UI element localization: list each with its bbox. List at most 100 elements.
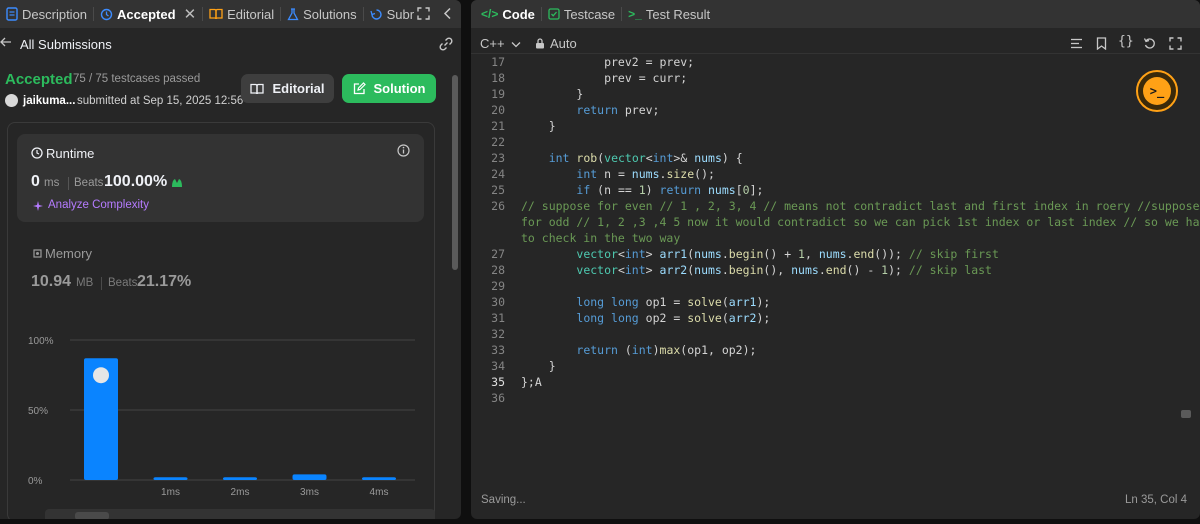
code-line[interactable]: 31 long long op2 = solve(arr2); [471, 310, 1131, 326]
submission-panel: Description Accepted ✕ Editorial Solutio… [0, 0, 461, 519]
code-line[interactable]: 29 [471, 278, 1131, 294]
tab-code[interactable]: </> Code [471, 0, 541, 28]
code-line[interactable]: 33 return (int)max(op1, op2); [471, 342, 1131, 358]
code-line[interactable]: 36 [471, 390, 1131, 406]
collapse-icon[interactable] [443, 7, 453, 20]
line-number: 22 [491, 135, 505, 149]
tab-submissions[interactable]: Subr [364, 0, 420, 28]
code-text: return (int)max(op1, op2); [576, 343, 757, 357]
terminal-icon: >_ [628, 7, 642, 21]
tab-testcase-label: Testcase [563, 6, 616, 22]
bookmark-icon[interactable] [1096, 37, 1107, 50]
solution-button-label: Solution [373, 81, 426, 96]
editor-scrollbar[interactable] [1181, 410, 1191, 418]
description-icon [6, 7, 18, 21]
link-icon[interactable] [438, 37, 454, 51]
code-line[interactable]: 21 } [471, 118, 1131, 134]
code-line[interactable]: 25 if (n == 1) return nums[0]; [471, 182, 1131, 198]
code-line[interactable]: 19 } [471, 86, 1131, 102]
x-tick-label: 4ms [370, 487, 389, 498]
tab-solutions[interactable]: Solutions [281, 0, 362, 28]
memory-beats-label: Beats [108, 277, 138, 289]
language-select[interactable]: C++ [480, 36, 521, 51]
book-icon [250, 83, 265, 95]
code-text: // suppose for even // 1 , 2, 3, 4 // me… [521, 199, 1200, 213]
code-line[interactable]: 20 return prev; [471, 102, 1131, 118]
format-icon[interactable] [1070, 38, 1083, 49]
tab-solutions-label: Solutions [303, 6, 357, 22]
save-status: Saving... [481, 494, 526, 506]
runtime-label: Runtime [46, 146, 95, 161]
tab-editorial[interactable]: Editorial [203, 0, 280, 28]
bar[interactable] [292, 474, 327, 480]
code-line[interactable]: 27 vector<int> arr1(nums.begin() + 1, nu… [471, 246, 1131, 262]
code-text: vector<int> arr1(nums.begin() + 1, nums.… [576, 247, 999, 261]
line-number: 23 [491, 151, 505, 165]
editorial-button[interactable]: Editorial [241, 74, 334, 103]
code-line[interactable]: 28 vector<int> arr2(nums.begin(), nums.e… [471, 262, 1131, 278]
line-number: 29 [491, 279, 505, 293]
line-number: 25 [491, 183, 505, 197]
tab-testcase[interactable]: Testcase [542, 0, 621, 28]
analyze-complexity-link[interactable]: Analyze Complexity [48, 199, 149, 211]
scrollbar[interactable] [452, 75, 458, 270]
tab-code-label: Code [502, 6, 535, 22]
runtime-distribution-chart: 100% 50% 0% 1ms 2ms 3ms 4ms [28, 336, 415, 498]
code-text: } [521, 359, 556, 373]
code-line[interactable]: 35};A [471, 374, 1131, 390]
info-icon[interactable] [397, 144, 410, 157]
memory-beats-value: 21.17% [137, 273, 192, 290]
code-line[interactable]: to check in the two way [471, 230, 1131, 246]
code-line[interactable]: 30 long long op1 = solve(arr1); [471, 294, 1131, 310]
line-number: 21 [491, 119, 505, 133]
editorial-button-label: Editorial [272, 81, 325, 96]
tab-test-result-label: Test Result [645, 6, 711, 22]
code-text: long long op2 = solve(arr2); [576, 311, 771, 325]
line-number: 33 [491, 343, 505, 357]
runtime-beats-value: 100.00% [104, 173, 168, 190]
code-line[interactable]: 18 prev = curr; [471, 70, 1131, 86]
code-line[interactable]: 24 int n = nums.size(); [471, 166, 1131, 182]
all-submissions-link[interactable]: All Submissions [20, 37, 112, 52]
code-line[interactable]: 22 [471, 134, 1131, 150]
testcases-passed: 75 / 75 testcases passed [73, 73, 201, 85]
y-tick-label: 50% [28, 406, 48, 417]
code-line[interactable]: 26 // suppose for even // 1 , 2, 3, 4 // … [471, 198, 1199, 214]
bar[interactable] [362, 477, 396, 480]
runtime-value: 0 [31, 173, 40, 190]
ai-assistant-button[interactable]: >_ [1136, 70, 1178, 112]
code-line[interactable]: 17 prev2 = prev; [471, 54, 1131, 70]
line-number: 35 [491, 375, 505, 389]
code-editor-panel: </> Code Testcase >_ Test Result C++ Aut… [471, 0, 1200, 519]
close-icon[interactable]: ✕ [184, 5, 197, 23]
maximize-icon[interactable] [417, 7, 430, 20]
username[interactable]: jaikuma... [23, 95, 75, 107]
bar[interactable] [223, 477, 257, 480]
code-text: } [521, 87, 584, 101]
code-text: prev = curr; [521, 71, 688, 85]
runtime-card[interactable]: Runtime 0 ms Beats 100.00% Analyze Compl… [17, 134, 424, 222]
arrow-left-icon[interactable] [0, 37, 12, 47]
expand-icon[interactable] [1169, 37, 1182, 50]
tab-description[interactable]: Description [0, 0, 93, 28]
code-line[interactable]: for odd // 1, 2 ,3 ,4 5 now it would con… [471, 214, 1200, 230]
bar[interactable] [153, 477, 188, 480]
tab-accepted[interactable]: Accepted ✕ [94, 0, 202, 28]
lock-icon [535, 38, 545, 49]
code-text: return prev; [576, 103, 660, 117]
solution-button[interactable]: Solution [342, 74, 436, 103]
code-line[interactable]: 34 } [471, 358, 1131, 374]
code-line[interactable]: 23 int rob(vector<int>& nums) { [471, 150, 1131, 166]
code-text: int rob(vector<int>& nums) { [548, 151, 743, 165]
reset-icon[interactable] [1143, 37, 1156, 50]
code-line[interactable]: 32 [471, 326, 1131, 342]
tab-description-label: Description [22, 6, 88, 22]
tab-test-result[interactable]: >_ Test Result [622, 0, 716, 28]
status-accepted: Accepted [5, 71, 73, 88]
mode-label[interactable]: Auto [550, 36, 577, 51]
memory-unit: MB [76, 277, 94, 289]
runtime-beats-label: Beats [74, 177, 104, 189]
braces-icon[interactable]: {} [1118, 34, 1134, 49]
line-number: 24 [491, 167, 505, 181]
runtime-unit: ms [44, 177, 60, 189]
